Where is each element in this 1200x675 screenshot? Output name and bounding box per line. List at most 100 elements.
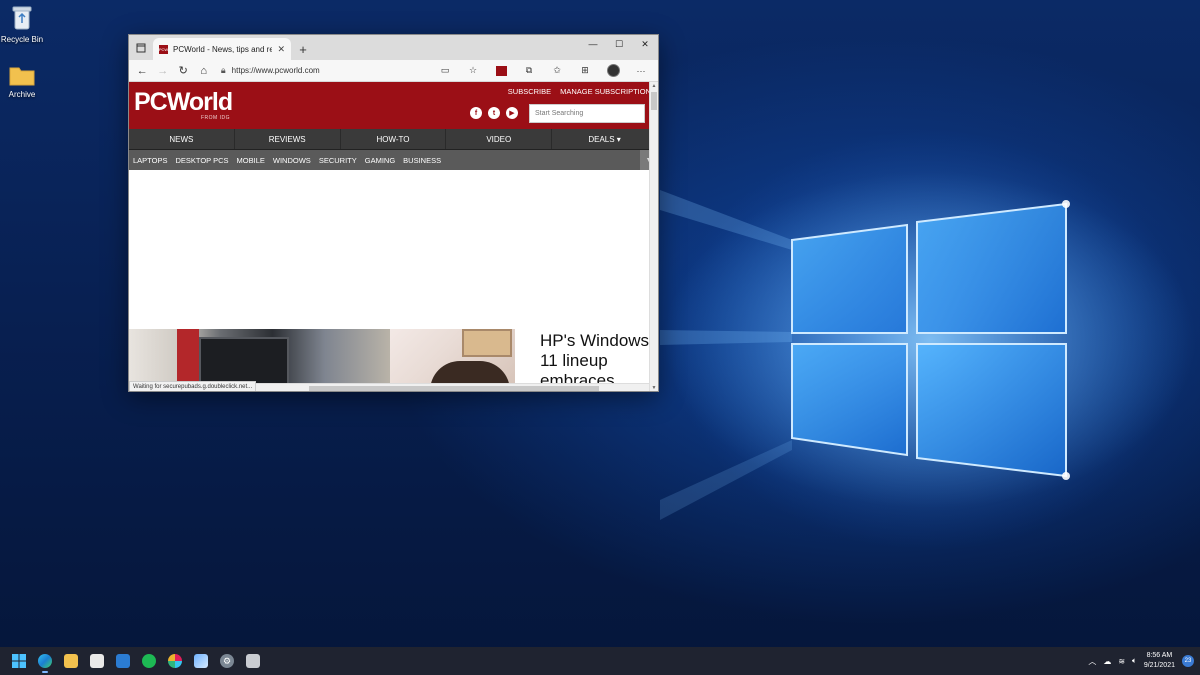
subnav-item-laptops[interactable]: LAPTOPS — [133, 156, 167, 165]
profile-avatar[interactable] — [600, 62, 626, 80]
web-page: PCWorld FROM IDG SUBSCRIBE MANAGE SUBSCR… — [129, 82, 658, 391]
tab-actions-button[interactable] — [129, 35, 153, 60]
address-text: https://www.pcworld.com — [231, 66, 320, 75]
close-button[interactable]: ✕ — [632, 35, 658, 53]
onedrive-icon[interactable]: ☁ — [1103, 657, 1111, 666]
subscribe-link[interactable]: SUBSCRIBE — [508, 87, 551, 96]
site-header: PCWorld FROM IDG SUBSCRIBE MANAGE SUBSCR… — [129, 82, 658, 129]
tab-actions-icon — [136, 43, 146, 52]
ad-placeholder — [129, 170, 658, 329]
status-bar: Waiting for securepubads.g.doubleclick.n… — [129, 381, 257, 391]
spotify-icon — [142, 654, 156, 668]
desktop-icon-label: Recycle Bin — [0, 35, 44, 44]
youtube-icon[interactable]: ▶ — [506, 107, 518, 119]
add-favorite-icon[interactable]: ☆ — [460, 62, 486, 80]
browser-window: PCW PCWorld - News, tips and reviews ✕ +… — [128, 34, 659, 392]
tab-pcworld[interactable]: PCW PCWorld - News, tips and reviews ✕ — [153, 38, 291, 60]
notification-badge[interactable]: 23 — [1182, 655, 1194, 667]
social-links: f t ▶ — [470, 107, 518, 119]
minimize-button[interactable]: — — [580, 35, 606, 53]
system-tray: ︿ ☁ ≋ 🔈︎ 8:56 AM 9/21/2021 23 — [1088, 647, 1200, 675]
manage-subscription-link[interactable]: MANAGE SUBSCRIPTION — [560, 87, 651, 96]
nav-item-deals[interactable]: DEALS ▾ — [552, 129, 658, 149]
subnav-item-business[interactable]: BUSINESS — [403, 156, 441, 165]
home-button[interactable]: ⌂ — [194, 62, 212, 80]
subnav-item-windows[interactable]: WINDOWS — [273, 156, 311, 165]
clock-date: 9/21/2021 — [1143, 662, 1175, 669]
edge-icon — [38, 654, 52, 668]
refresh-button[interactable]: ↻ — [174, 62, 192, 80]
tab-title: PCWorld - News, tips and reviews — [173, 44, 272, 54]
taskbar-mail[interactable] — [110, 648, 136, 674]
collections-icon[interactable]: ⊞ — [572, 62, 598, 80]
window-controls: — ☐ ✕ — [580, 35, 658, 53]
nav-item-how-to[interactable]: HOW-TO — [341, 129, 447, 149]
extension-icons: ▭ ☆ ⧉ ✩ ⊞ ··· — [432, 62, 654, 80]
scroll-thumb[interactable] — [651, 92, 657, 110]
taskbar-app[interactable] — [240, 648, 266, 674]
maximize-button[interactable]: ☐ — [606, 35, 632, 53]
photos-icon — [194, 654, 208, 668]
taskbar-spotify[interactable] — [136, 648, 162, 674]
browser-toolbar: ← → ↻ ⌂ 🔒︎ https://www.pcworld.com ▭ ☆ ⧉… — [129, 60, 658, 82]
recycle-bin-icon — [12, 6, 32, 30]
nav-item-news[interactable]: NEWS — [129, 129, 235, 149]
extensions-icon[interactable]: ⧉ — [516, 62, 542, 80]
hero-headline[interactable]: HP's Windows 11 lineup embraces — [515, 329, 658, 390]
header-links: SUBSCRIBE MANAGE SUBSCRIPTION — [508, 87, 651, 96]
hero-image-person — [390, 329, 515, 391]
scroll-up-icon[interactable]: ▲ — [650, 83, 658, 89]
nav-item-video[interactable]: VIDEO — [446, 129, 553, 149]
volume-icon[interactable]: 🔈︎ — [1132, 656, 1137, 666]
taskbar-slack[interactable] — [162, 648, 188, 674]
app-icon — [246, 654, 260, 668]
folder-icon — [9, 67, 35, 86]
nav-item-reviews[interactable]: REVIEWS — [235, 129, 341, 149]
main-nav: NEWS REVIEWS HOW-TO VIDEO DEALS ▾ — [129, 129, 658, 150]
back-button[interactable]: ← — [133, 62, 151, 80]
slack-icon — [168, 654, 182, 668]
scroll-down-icon[interactable]: ▼ — [650, 385, 658, 391]
wifi-icon[interactable]: ≋ — [1118, 657, 1125, 666]
desktop-icon-archive[interactable]: Archive — [0, 64, 54, 99]
logo-subtitle: FROM IDG — [201, 115, 230, 121]
subnav-item-security[interactable]: SECURITY — [319, 156, 357, 165]
windows-start-icon — [12, 654, 26, 668]
reader-view-icon[interactable]: ▭ — [432, 62, 458, 80]
forward-button[interactable]: → — [153, 62, 171, 80]
subnav-item-gaming[interactable]: GAMING — [365, 156, 395, 165]
clock-time: 8:56 AM — [1146, 652, 1173, 659]
search-input[interactable]: Start Searching — [529, 104, 645, 123]
address-bar[interactable]: 🔒︎ https://www.pcworld.com — [215, 62, 430, 80]
lock-icon: 🔒︎ — [220, 65, 226, 75]
taskbar-edge[interactable] — [32, 648, 58, 674]
clock[interactable]: 8:56 AM 9/21/2021 — [1144, 651, 1175, 671]
start-button[interactable] — [6, 648, 32, 674]
facebook-icon[interactable]: f — [470, 107, 482, 119]
taskbar: ⚙ ︿ ☁ ≋ 🔈︎ 8:56 AM 9/21/2021 23 — [0, 647, 1200, 675]
taskbar-photos[interactable] — [188, 648, 214, 674]
taskbar-file-explorer[interactable] — [58, 648, 84, 674]
desktop-icon-label: Archive — [8, 90, 36, 99]
show-hidden-icons-icon[interactable]: ︿ — [1088, 656, 1096, 667]
twitter-icon[interactable]: t — [488, 107, 500, 119]
file-explorer-icon — [64, 654, 78, 668]
hero-story[interactable]: HP's Windows 11 lineup embraces — [129, 329, 658, 391]
subnav-item-mobile[interactable]: MOBILE — [237, 156, 265, 165]
new-tab-button[interactable]: + — [291, 38, 315, 60]
subnav-item-desktop-pcs[interactable]: DESKTOP PCS — [175, 156, 228, 165]
pcworld-logo[interactable]: PCWorld — [134, 88, 233, 117]
taskbar-store[interactable] — [84, 648, 110, 674]
pcworld-favicon-icon: PCW — [158, 44, 169, 54]
favorites-icon[interactable]: ✩ — [544, 62, 570, 80]
store-icon — [90, 654, 104, 668]
vertical-scrollbar[interactable]: ▲ ▼ — [649, 82, 658, 391]
hero-image-pc — [129, 329, 390, 389]
desktop-icon-recycle-bin[interactable]: Recycle Bin — [0, 5, 54, 44]
pcworld-extension-icon[interactable] — [488, 62, 514, 80]
tab-strip: PCW PCWorld - News, tips and reviews ✕ +… — [129, 35, 658, 60]
tab-close-icon[interactable]: ✕ — [277, 44, 285, 55]
sub-nav: LAPTOPS DESKTOP PCS MOBILE WINDOWS SECUR… — [129, 150, 658, 170]
more-menu-icon[interactable]: ··· — [628, 62, 654, 80]
taskbar-settings[interactable]: ⚙ — [214, 648, 240, 674]
